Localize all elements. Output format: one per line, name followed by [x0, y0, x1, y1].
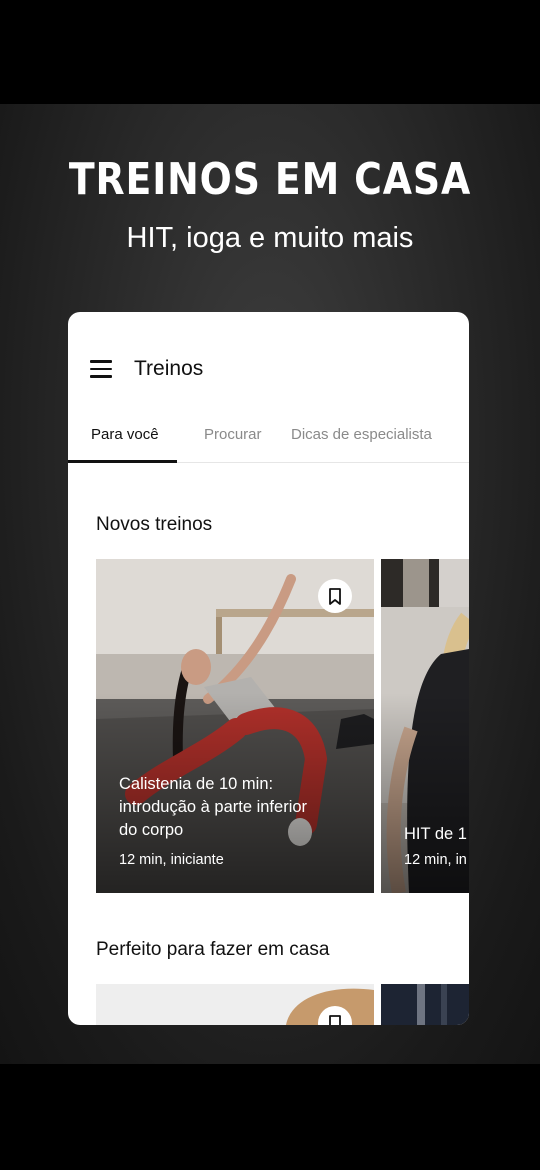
- workout-title: Calistenia de 10 min: introdução à parte…: [119, 775, 308, 839]
- workout-meta: 12 min, iniciante: [119, 852, 224, 868]
- workout-card[interactable]: [381, 984, 469, 1025]
- tab-bar: Para você Procurar Dicas de especialista: [68, 416, 469, 463]
- hamburger-menu-icon[interactable]: [90, 360, 112, 378]
- page-title: Treinos: [134, 357, 204, 380]
- workout-photo: [381, 984, 469, 1025]
- section-title-novos-treinos: Novos treinos: [96, 514, 213, 535]
- promo-screen: TREINOS EM CASA HIT, ioga e muito mais T…: [0, 104, 540, 1064]
- workout-card[interactable]: Calistenia de 10 min: introdução à parte…: [96, 559, 374, 893]
- tab-para-voce[interactable]: Para você: [91, 426, 159, 443]
- bookmark-icon: [329, 1014, 341, 1025]
- tab-dicas-de-especialista[interactable]: Dicas de especialista: [291, 426, 432, 443]
- workout-card[interactable]: HIT de 1 12 min, in: [381, 559, 469, 893]
- bookmark-icon: [329, 587, 341, 605]
- workout-card[interactable]: [96, 984, 374, 1025]
- navigation-bar-area: [0, 1064, 540, 1170]
- tab-procurar[interactable]: Procurar: [204, 426, 262, 443]
- section-title-perfeito-para-fazer-em-casa: Perfeito para fazer em casa: [96, 939, 330, 960]
- bookmark-button[interactable]: [318, 579, 352, 613]
- workout-title: HIT de 1: [404, 825, 467, 843]
- workout-meta: 12 min, in: [404, 852, 467, 868]
- app-preview: Treinos Para você Procurar Dicas de espe…: [68, 312, 469, 1025]
- status-bar-area: [0, 0, 540, 104]
- promo-title: TREINOS EM CASA: [68, 154, 472, 205]
- promo-subtitle: HIT, ioga e muito mais: [126, 222, 414, 254]
- active-tab-indicator: [68, 460, 177, 463]
- app-header: Treinos: [68, 312, 469, 422]
